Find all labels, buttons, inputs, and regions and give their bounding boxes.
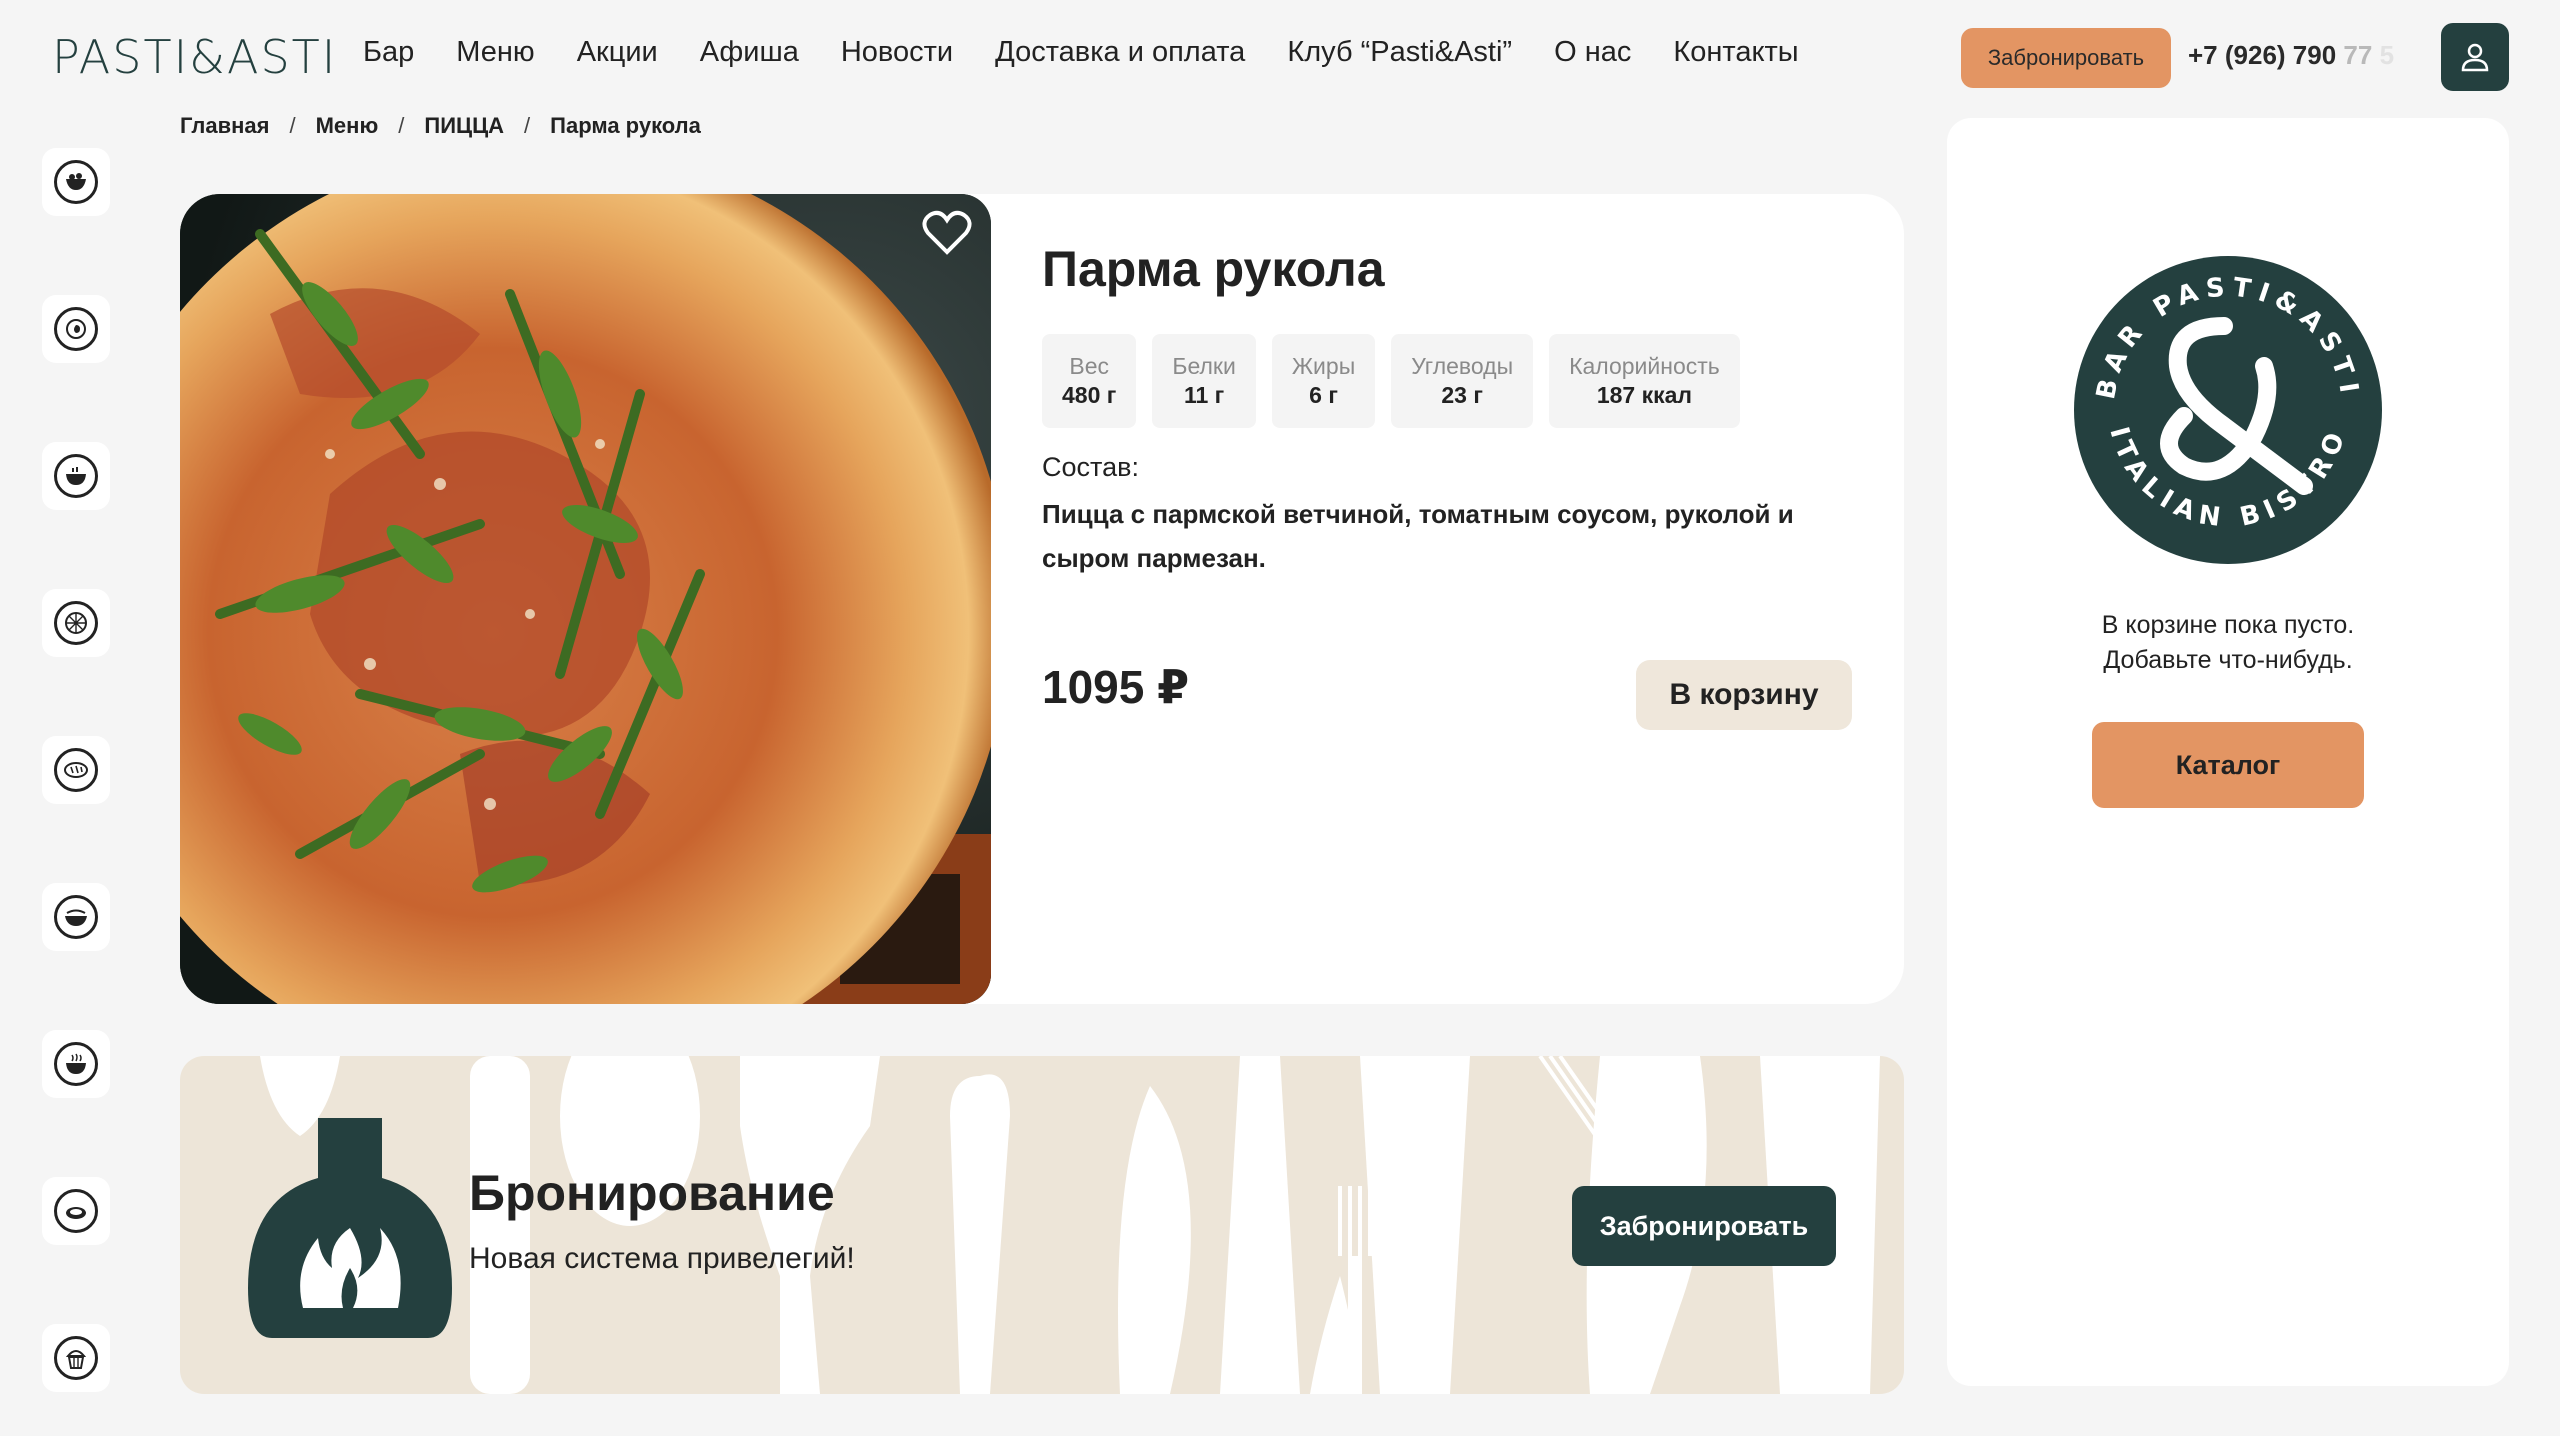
nav-item-contacts[interactable]: Контакты [1673,36,1798,69]
breadcrumb-category[interactable]: ПИЦЦА [424,113,504,139]
nav-item-news[interactable]: Новости [841,36,953,69]
hot-bowl-icon [54,1042,98,1086]
nav-item-promos[interactable]: Акции [577,36,658,69]
category-bread-button[interactable] [42,736,110,804]
category-pizza-button[interactable] [42,589,110,657]
breadcrumb-menu[interactable]: Меню [316,113,379,139]
nutrition-value: 480 г [1062,382,1117,408]
heart-icon [922,210,972,255]
nutrition-value: 6 г [1309,382,1338,408]
category-cupcake-button[interactable] [42,1324,110,1392]
nav-item-menu[interactable]: Меню [456,36,534,69]
booking-banner: Бронирование Новая система привелегий! З… [180,1056,1904,1394]
book-table-button[interactable]: Забронировать [1961,28,2171,88]
phone-fade: 77 [2343,40,2373,70]
pasta-icon [54,895,98,939]
nutrition-label: Калорийность [1569,353,1720,379]
booking-title: Бронирование [469,1165,835,1221]
composition-text: Пицца с пармской ветчиной, томатным соус… [1042,499,1794,573]
breadcrumb-current: Парма рукола [550,113,701,138]
composition-label: Состав: [1042,452,1139,482]
nutrition-fat: Жиры 6 г [1271,334,1376,428]
cart-empty-message: В корзине пока пусто. Добавьте что-нибуд… [1947,608,2509,678]
breadcrumb-separator: / [524,113,531,138]
booking-subtitle: Новая система привелегий! [469,1242,855,1275]
catalog-button[interactable]: Каталог [2092,722,2364,808]
dessert-icon [54,1189,98,1233]
nutrition-protein: Белки 11 г [1152,334,1256,428]
nutrition-label: Белки [1172,353,1236,379]
oven-fire-icon [248,1118,452,1338]
category-main-dish-button[interactable] [42,295,110,363]
phone-main: +7 (926) 790 [2188,40,2337,70]
pizza-photo [180,194,991,1004]
phone-fade-end: 5 [2379,40,2395,70]
plate-icon [54,307,98,351]
favorite-button[interactable] [922,210,972,261]
pizza-icon [54,601,98,645]
breadcrumb-home[interactable]: Главная [180,113,269,139]
nutrition-value: 23 г [1441,382,1483,408]
main-nav: Бар Меню Акции Афиша Новости Доставка и … [363,36,1841,69]
account-button[interactable] [2441,23,2509,91]
cart-panel: BAR PASTI&ASTI ITALIAN BISTRO В корзине … [1947,118,2509,1386]
add-to-cart-button[interactable]: В корзину [1636,660,1852,730]
product-price: 1095 ₽ [1042,661,1190,713]
salad-icon [54,160,98,204]
category-salad-button[interactable] [42,148,110,216]
category-soup-button[interactable] [42,442,110,510]
nutrition-weight: Вес 480 г [1042,334,1137,428]
nutrition-calories: Калорийность 187 ккал [1549,334,1740,428]
nav-item-club[interactable]: Клуб “Pasti&Asti” [1287,36,1512,69]
breadcrumb-separator: / [398,113,405,138]
header: PASTI&ASTI Бар Меню Акции Афиша Новости … [0,0,2560,112]
bistro-logo: BAR PASTI&ASTI ITALIAN BISTRO [2074,256,2382,564]
phone-number[interactable]: +7 (926) 790 77 5 [2188,40,2394,71]
nav-item-about[interactable]: О нас [1554,36,1631,69]
nav-item-delivery[interactable]: Доставка и оплата [995,36,1245,69]
category-hot-dish-button[interactable] [42,1030,110,1098]
category-pasta-button[interactable] [42,883,110,951]
category-sidebar [42,148,110,1436]
cart-empty-line1: В корзине пока пусто. [2101,611,2355,639]
nutrition-facts: Вес 480 г Белки 11 г Жиры 6 г Углеводы 2… [1042,334,1740,428]
soup-icon [54,454,98,498]
nav-item-events[interactable]: Афиша [700,36,799,69]
booking-button[interactable]: Забронировать [1572,1186,1836,1266]
nutrition-label: Жиры [1291,353,1356,379]
nutrition-carbs: Углеводы 23 г [1391,334,1534,428]
cupcake-icon [54,1336,98,1380]
nutrition-label: Вес [1069,353,1109,379]
site-logo[interactable]: PASTI&ASTI [52,30,337,84]
product-title: Парма рукола [1042,241,1385,297]
product-card: Парма рукола Вес 480 г Белки 11 г Жиры 6… [180,194,1904,1004]
breadcrumb: Главная / Меню / ПИЦЦА / Парма рукола [180,113,701,139]
nav-item-bar[interactable]: Бар [363,36,414,69]
cart-empty-line2: Добавьте что-нибудь. [2103,646,2353,674]
breadcrumb-separator: / [289,113,296,138]
user-icon [2461,43,2489,72]
product-image [180,194,991,1004]
nutrition-label: Углеводы [1411,353,1514,379]
nutrition-value: 187 ккал [1596,382,1693,408]
nutrition-value: 11 г [1183,382,1225,408]
bread-icon [54,748,98,792]
category-dessert-button[interactable] [42,1177,110,1245]
